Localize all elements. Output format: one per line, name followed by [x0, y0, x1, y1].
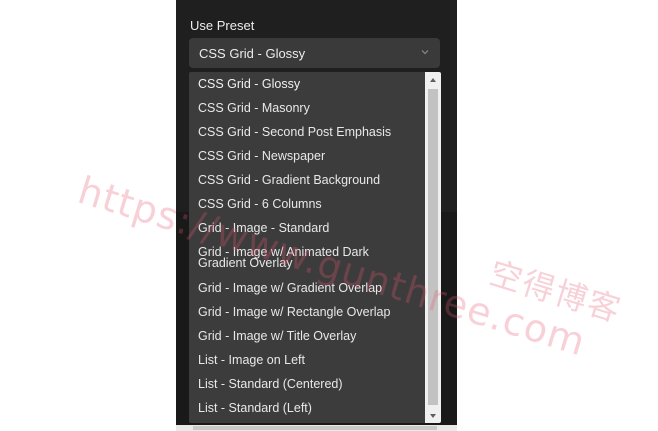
preset-option-grid-image-standard[interactable]: Grid - Image - Standard: [189, 218, 425, 242]
preset-options: CSS Grid - Glossy CSS Grid - Masonry CSS…: [189, 74, 425, 422]
preset-panel: Use Preset CSS Grid - Glossy CSS Grid - …: [176, 0, 457, 431]
use-preset-label: Use Preset: [190, 18, 255, 33]
preset-option-css-grid-newspaper[interactable]: CSS Grid - Newspaper: [189, 146, 425, 170]
preset-option-grid-image-animated-dark-gradient-overlay[interactable]: Grid - Image w/ Animated Dark Gradient O…: [189, 242, 425, 278]
horizontal-scrollbar[interactable]: [176, 425, 457, 431]
preset-option-list-standard-centered[interactable]: List - Standard (Centered): [189, 374, 425, 398]
chevron-down-icon: [421, 50, 429, 55]
preset-select[interactable]: CSS Grid - Glossy: [189, 38, 440, 68]
scroll-up-button[interactable]: [425, 72, 441, 87]
preset-option-css-grid-glossy[interactable]: CSS Grid - Glossy: [189, 74, 425, 98]
preset-dropdown-list: CSS Grid - Glossy CSS Grid - Masonry CSS…: [189, 72, 441, 423]
preset-option-grid-image-rectangle-overlap[interactable]: Grid - Image w/ Rectangle Overlap: [189, 302, 425, 326]
dropdown-scrollbar[interactable]: [425, 72, 441, 423]
preset-option-grid-image-gradient-overlap[interactable]: Grid - Image w/ Gradient Overlap: [189, 278, 425, 302]
scrollbar-thumb[interactable]: [428, 89, 438, 405]
preset-option-list-image-on-left[interactable]: List - Image on Left: [189, 350, 425, 374]
preset-option-grid-image-title-overlay[interactable]: Grid - Image w/ Title Overlay: [189, 326, 425, 350]
preset-option-css-grid-masonry[interactable]: CSS Grid - Masonry: [189, 98, 425, 122]
preset-option-list-standard-left[interactable]: List - Standard (Left): [189, 398, 425, 422]
scroll-down-button[interactable]: [425, 408, 441, 423]
preset-select-value: CSS Grid - Glossy: [199, 46, 306, 61]
arrow-up-icon: [430, 77, 436, 82]
watermark-name: 空得博客: [485, 253, 627, 330]
preset-option-css-grid-gradient-background[interactable]: CSS Grid - Gradient Background: [189, 170, 425, 194]
arrow-down-icon: [430, 413, 436, 418]
preset-option-css-grid-6-columns[interactable]: CSS Grid - 6 Columns: [189, 194, 425, 218]
horizontal-scrollbar-thumb[interactable]: [193, 426, 437, 430]
preset-option-css-grid-second-post-emphasis[interactable]: CSS Grid - Second Post Emphasis: [189, 122, 425, 146]
